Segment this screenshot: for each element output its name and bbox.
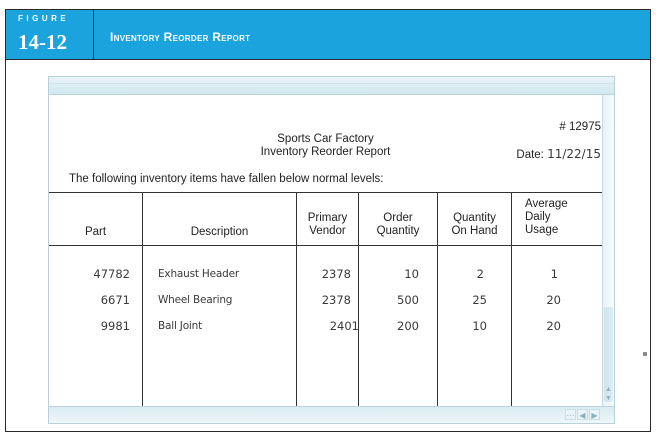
table-header-rule xyxy=(49,245,602,246)
arrow-right-icon[interactable]: ▶ xyxy=(589,409,600,420)
daily-usage-cell: 20 xyxy=(546,293,561,307)
part-cell: 9981 xyxy=(100,319,130,333)
header-usage-line1: Average xyxy=(525,198,568,210)
arrow-down-icon[interactable]: ▼ xyxy=(605,395,612,402)
vendor-cell: 2401 xyxy=(329,319,359,333)
header-part: Part xyxy=(84,226,107,238)
report-number: # 12975 xyxy=(559,121,601,133)
header-onhand-line1: Quantity xyxy=(453,212,496,224)
header-description: Description xyxy=(190,226,249,238)
horizontal-scrollbar[interactable]: ⋯ ◀ ▶ xyxy=(49,406,614,423)
daily-usage-cell: 1 xyxy=(550,267,558,281)
scroll-button-icon[interactable]: ⋯ xyxy=(565,409,576,420)
header-usage-line2: Daily xyxy=(525,211,551,223)
date-value: 11/22/15 xyxy=(547,147,601,161)
header-vendor-line1: Primary xyxy=(307,212,348,224)
description-cell: Wheel Bearing xyxy=(158,294,233,306)
figure-word: FIGURE xyxy=(18,14,70,23)
header-usage-line3: Usage xyxy=(525,224,559,236)
on-hand-cell: 25 xyxy=(472,293,487,307)
figure-number: 14-12 xyxy=(18,30,67,54)
header-quantity-on-hand: Quantity On Hand xyxy=(438,212,511,238)
company-name: Sports Car Factory xyxy=(277,133,374,145)
inventory-table: Part Description Primary Vendor Order Qu… xyxy=(49,192,602,407)
part-cell: 6671 xyxy=(100,293,130,307)
vendor-cell: 2378 xyxy=(321,293,351,307)
on-hand-cell: 2 xyxy=(476,267,484,281)
on-hand-cell: 10 xyxy=(472,319,487,333)
window-title-bar xyxy=(49,77,614,95)
figure-frame: FIGURE 14-12 Inventory Reorder Report # … xyxy=(5,9,651,432)
report-window: # 12975 Sports Car Factory Inventory Reo… xyxy=(48,76,615,424)
header-order-line2: Quantity xyxy=(376,225,420,237)
figure-title: Inventory Reorder Report xyxy=(110,30,251,44)
report-body: # 12975 Sports Car Factory Inventory Reo… xyxy=(49,95,602,407)
arrow-left-icon[interactable]: ◀ xyxy=(577,409,588,420)
date-label: Date: xyxy=(516,149,544,161)
vertical-scrollbar[interactable]: ▲ ▼ xyxy=(602,95,614,406)
daily-usage-cell: 20 xyxy=(546,319,561,333)
order-qty-cell: 500 xyxy=(397,293,419,307)
column-divider xyxy=(142,192,143,407)
description-cell: Ball Joint xyxy=(158,320,203,332)
column-divider xyxy=(511,192,512,407)
header-average-daily-usage: Average Daily Usage xyxy=(525,198,568,237)
table-top-rule xyxy=(49,192,602,193)
header-onhand-line2: On Hand xyxy=(451,225,498,237)
intro-text: The following inventory items have falle… xyxy=(69,173,384,185)
order-qty-cell: 200 xyxy=(397,319,419,333)
header-order-line1: Order xyxy=(383,212,413,224)
header-primary-vendor: Primary Vendor xyxy=(297,212,358,238)
figure-header: FIGURE 14-12 Inventory Reorder Report xyxy=(6,10,650,60)
header-vendor-line2: Vendor xyxy=(309,225,346,237)
arrow-up-icon[interactable]: ▲ xyxy=(605,386,612,393)
description-cell: Exhaust Header xyxy=(158,268,239,280)
order-qty-cell: 10 xyxy=(404,267,419,281)
vendor-cell: 2378 xyxy=(321,267,351,281)
figure-label-box: FIGURE 14-12 xyxy=(6,10,94,59)
part-cell: 47782 xyxy=(93,267,130,281)
margin-marker xyxy=(643,352,647,356)
header-order-quantity: Order Quantity xyxy=(359,212,437,238)
report-date: Date: 11/22/15 xyxy=(516,147,601,161)
horizontal-scroll-buttons: ⋯ ◀ ▶ xyxy=(562,409,600,420)
window-title-line xyxy=(49,83,614,84)
